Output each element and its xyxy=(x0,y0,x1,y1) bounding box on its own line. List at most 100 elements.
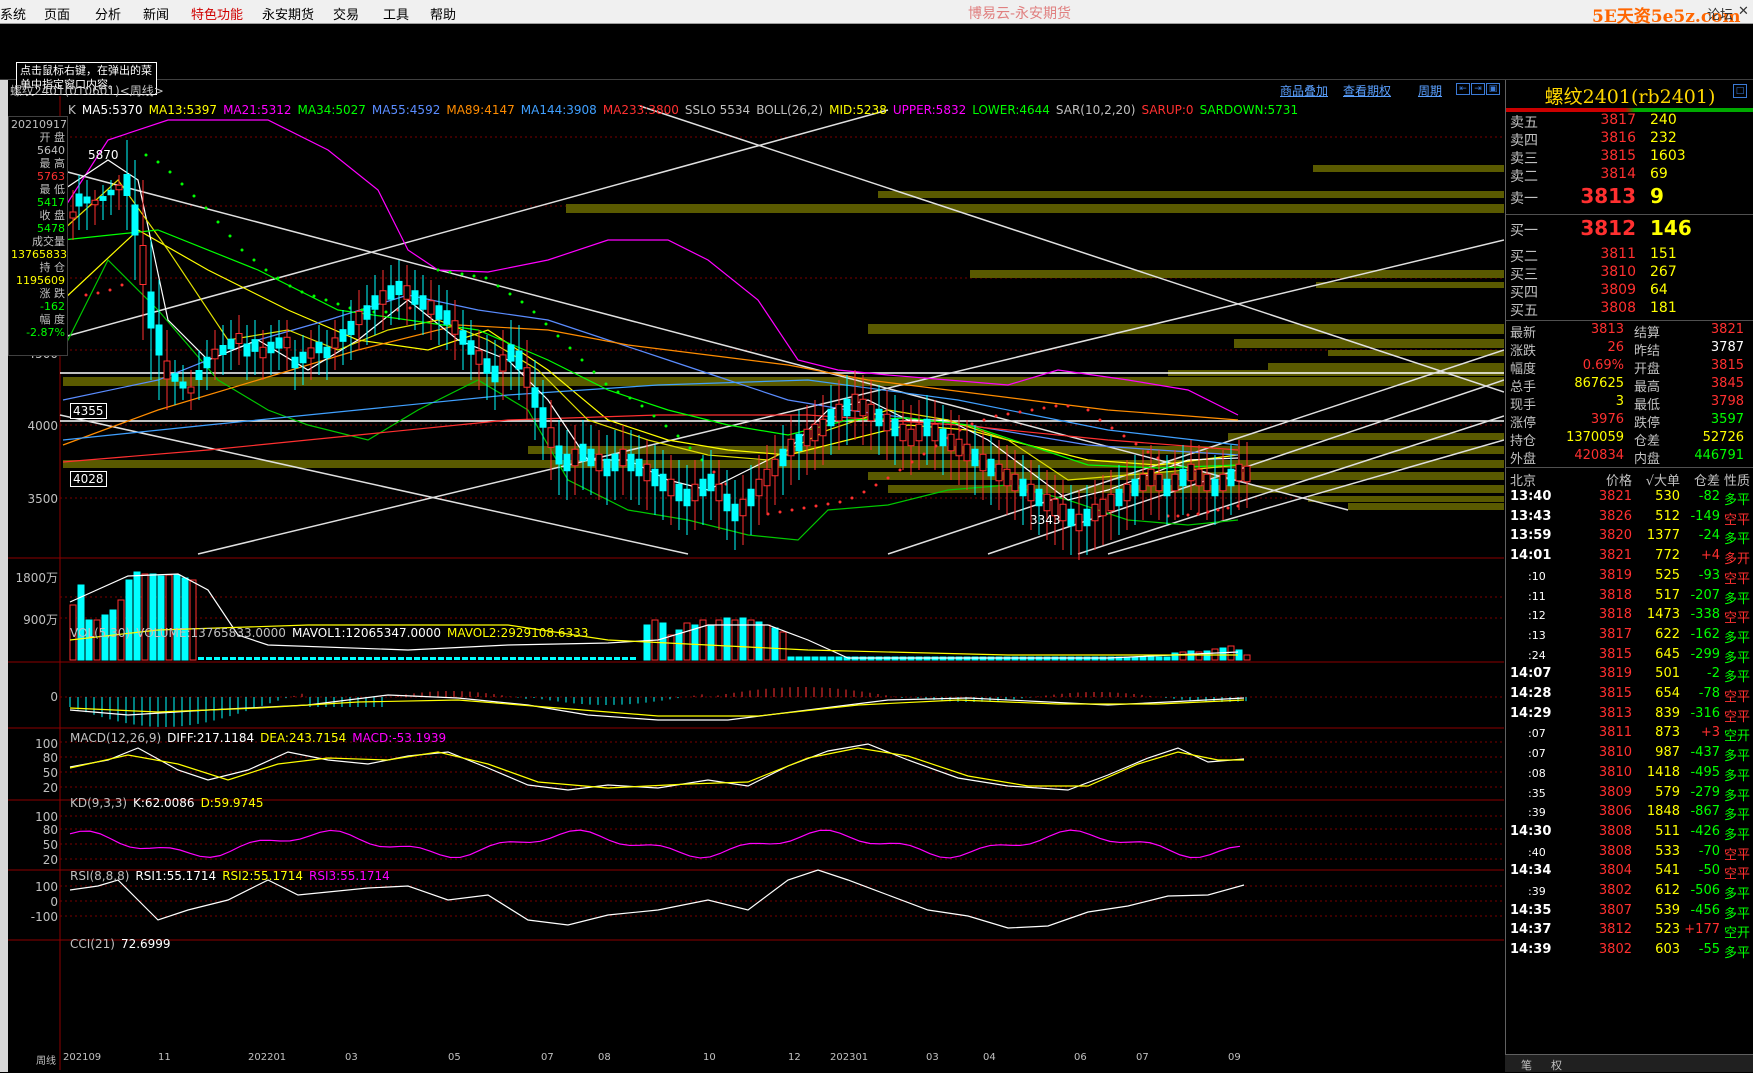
volume-bar xyxy=(1139,656,1147,661)
tick-type: 多平 xyxy=(1724,650,1751,666)
tick-type: 空平 xyxy=(1724,690,1751,705)
chart-canvas[interactable] xyxy=(8,80,1504,1070)
menu-analysis[interactable]: 分析 xyxy=(95,4,121,23)
menu-news[interactable]: 新闻 xyxy=(143,4,169,23)
ask-row-5[interactable]: 卖五 3817 240 xyxy=(1506,112,1753,132)
forum-link[interactable]: 论坛 xyxy=(1707,4,1733,23)
candle-body xyxy=(787,438,795,457)
info-label-3: 最 低 xyxy=(39,183,66,196)
cci-tick-100: 100 xyxy=(35,880,58,894)
sar-dot xyxy=(460,272,464,276)
volume-bar xyxy=(811,656,819,661)
ask-row-3[interactable]: 卖三 3815 1603 xyxy=(1506,148,1753,168)
volume-profile-bar xyxy=(1328,350,1504,356)
close-icon[interactable]: ✕ xyxy=(1738,4,1749,19)
volume-bar xyxy=(723,617,731,661)
volume-bar xyxy=(598,657,604,660)
bid-row-3[interactable]: 买三 3810 267 xyxy=(1506,264,1753,284)
prev-period-icon[interactable]: ⇤ xyxy=(1456,83,1470,95)
tick-row: 14:07 3819 501 -2 多平 xyxy=(1506,664,1753,686)
chart-area[interactable]: 螺纹2401(010601)<周线> 商品叠加 查看期权 周期 ⇤ ⇥ ▣ KM… xyxy=(8,80,1504,1070)
panel-toggle-icon[interactable]: □ xyxy=(1733,84,1747,98)
tick-type: 多平 xyxy=(1724,591,1751,607)
ask-row-4[interactable]: 卖四 3816 232 xyxy=(1506,130,1753,150)
candle-body xyxy=(731,503,739,522)
period-link[interactable]: 周期 xyxy=(1418,82,1442,99)
stat-label-2: 仓差 xyxy=(1634,434,1661,449)
volume-bar xyxy=(558,657,564,660)
menu-page[interactable]: 页面 xyxy=(44,4,70,23)
ask-row-1[interactable]: 卖一 3813 9 xyxy=(1506,184,1753,214)
tick-type: 空平 xyxy=(1724,571,1751,587)
info-label-7: 涨 跌 xyxy=(39,287,66,300)
volume-bar xyxy=(715,619,723,661)
options-link[interactable]: 查看期权 xyxy=(1343,82,1391,99)
bid-row-1[interactable]: 买一 3812 146 xyxy=(1506,216,1753,246)
volume-bar xyxy=(254,657,260,660)
stat-value-2: 3597 xyxy=(1710,412,1744,427)
tick-volume: 539 xyxy=(1655,902,1680,918)
ask-volume: 69 xyxy=(1650,166,1668,182)
sar-dot xyxy=(1110,426,1114,430)
menu-trade[interactable]: 交易 xyxy=(333,4,359,23)
candle-body xyxy=(339,329,347,342)
tick-volume: 873 xyxy=(1655,725,1680,741)
tick-time: 14:39 xyxy=(1510,942,1552,958)
stat-value-2: 3821 xyxy=(1710,322,1744,337)
cci-tick-minus100: -100 xyxy=(30,910,58,924)
overlay-link[interactable]: 商品叠加 xyxy=(1280,82,1328,99)
tick-row: 13:43 3826 512 -149 空平 xyxy=(1506,507,1753,529)
candle-body xyxy=(955,438,963,457)
sar-dot xyxy=(676,434,680,438)
bid-price: 3808 xyxy=(1600,300,1636,316)
ask-row-2[interactable]: 卖二 3814 69 xyxy=(1506,166,1753,186)
volume-bar xyxy=(125,579,133,661)
tick-row: :24 3815 645 -299 多平 xyxy=(1506,645,1753,667)
volume-bar xyxy=(691,624,699,661)
volume-bar xyxy=(510,657,516,660)
menu-help[interactable]: 帮助 xyxy=(430,4,456,23)
high-annotation: 5870 xyxy=(88,148,119,162)
sar-dot xyxy=(384,310,388,314)
volume-profile-bar xyxy=(970,270,1504,278)
tick-price: 3804 xyxy=(1598,863,1632,879)
tick-price: 3821 xyxy=(1598,548,1632,564)
menu-tools[interactable]: 工具 xyxy=(383,4,409,23)
candle-body xyxy=(771,458,779,477)
stat-label-2: 最低 xyxy=(1634,398,1661,413)
sar-dot xyxy=(886,476,890,480)
candle-body xyxy=(939,428,947,447)
volume-bar xyxy=(141,573,149,661)
candle-body xyxy=(1011,473,1019,492)
sar-dot xyxy=(288,284,292,288)
zoom-period-icon[interactable]: ⇥ xyxy=(1471,83,1485,95)
tab-rights[interactable]: 权 xyxy=(1551,1057,1562,1073)
tick-type: 多平 xyxy=(1724,906,1751,922)
menu-system[interactable]: 系统 xyxy=(0,4,26,23)
cci-label-0: CCI(21) xyxy=(70,937,115,951)
bid-label: 买五 xyxy=(1510,303,1538,319)
candle-body xyxy=(211,348,219,360)
bid-row-4[interactable]: 买四 3809 64 xyxy=(1506,282,1753,302)
time-label-7: 08 xyxy=(598,1052,611,1063)
tick-type: 空平 xyxy=(1724,709,1751,725)
tick-price: 3820 xyxy=(1598,528,1632,544)
volume-bar xyxy=(165,574,173,661)
info-label-8: 幅 度 xyxy=(39,313,66,326)
tick-price: 3819 xyxy=(1598,666,1632,682)
kd-label-0: KD(9,3,3) xyxy=(70,796,128,810)
volume-bar xyxy=(350,657,356,660)
stat-label-2: 昨结 xyxy=(1634,344,1661,359)
next-period-icon[interactable]: ▣ xyxy=(1486,83,1500,95)
tick-change: -78 xyxy=(1698,686,1720,701)
macd-indicator-labels: MACD(12,26,9) DIFF:217.1184 DEA:243.7154 MA… xyxy=(70,731,452,745)
vol-label-2: MAVOL1:12065347.0000 xyxy=(291,626,441,640)
menu-yongan[interactable]: 永安期货 xyxy=(262,4,314,23)
candle-body xyxy=(659,473,667,492)
bid-row-2[interactable]: 买二 3811 151 xyxy=(1506,246,1753,266)
menu-features[interactable]: 特色功能 xyxy=(191,4,243,23)
tab-trades[interactable]: 笔 xyxy=(1521,1057,1532,1073)
candle-body xyxy=(635,458,643,477)
tick-row: 14:01 3821 772 +4 多开 xyxy=(1506,546,1753,568)
bid-row-5[interactable]: 买五 3808 181 xyxy=(1506,300,1753,320)
